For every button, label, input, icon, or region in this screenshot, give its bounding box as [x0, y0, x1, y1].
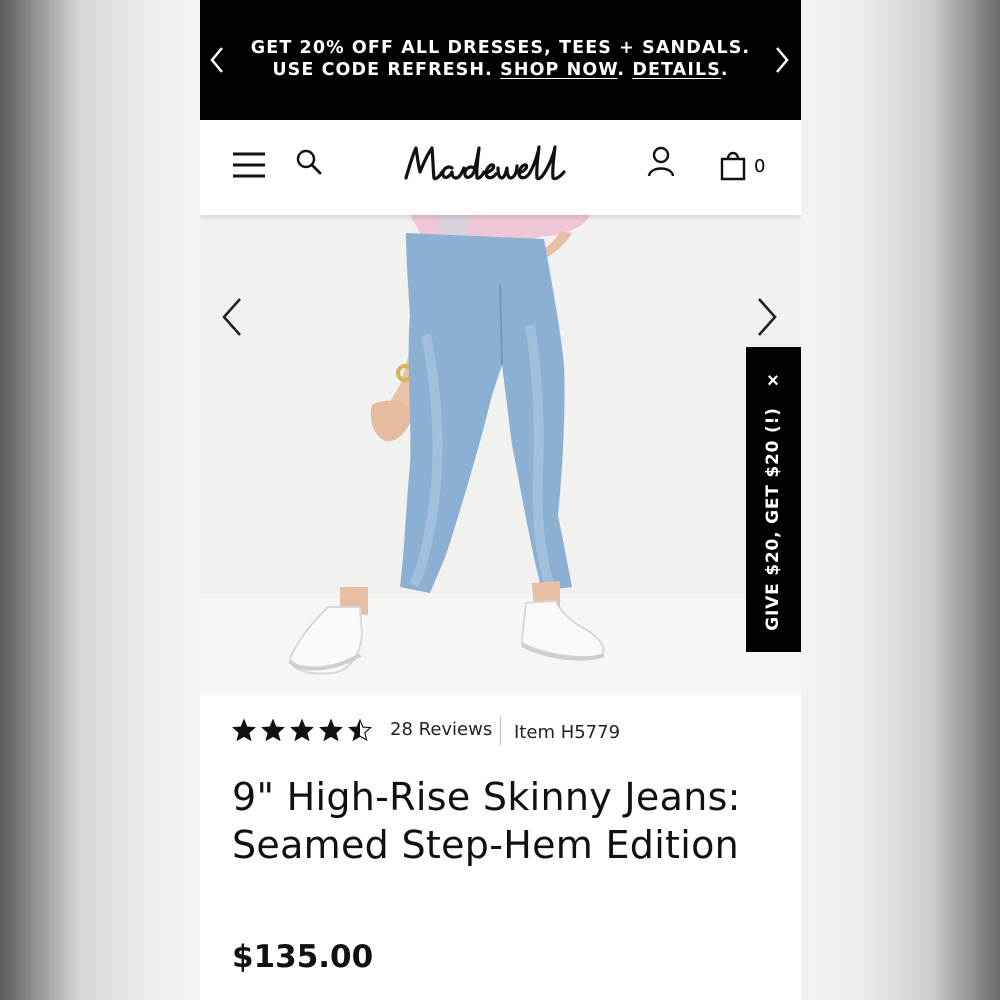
- madewell-logo[interactable]: Madewell: [400, 138, 600, 194]
- account-icon[interactable]: [646, 146, 676, 178]
- item-number: Item H5779: [514, 722, 621, 743]
- promo-prev-arrow-icon[interactable]: [208, 44, 226, 76]
- carousel-next-arrow-icon[interactable]: [753, 295, 781, 339]
- star-icon: [290, 719, 314, 741]
- star-icon: [348, 719, 372, 741]
- details-link[interactable]: DETAILS: [632, 60, 721, 80]
- promo-next-arrow-icon[interactable]: [773, 44, 791, 76]
- hamburger-menu-icon[interactable]: [232, 151, 266, 179]
- brand-text: Madewell: [500, 191, 505, 193]
- search-icon[interactable]: [295, 148, 323, 176]
- product-price: $135.00: [232, 939, 374, 975]
- promo-banner: GET 20% OFF ALL DRESSES, TEES + SANDALS.…: [200, 0, 801, 120]
- star-icon: [232, 719, 256, 741]
- referral-label[interactable]: GIVE $20, GET $20 (!): [763, 407, 783, 630]
- product-title: 9" High-Rise Skinny Jeans: Seamed Step-H…: [232, 775, 741, 867]
- divider: [500, 717, 501, 745]
- carousel-prev-arrow-icon[interactable]: [218, 295, 246, 339]
- reviews-link[interactable]: 28 Reviews: [390, 719, 492, 740]
- shopping-bag-icon[interactable]: [719, 149, 747, 181]
- shop-now-link[interactable]: SHOP NOW: [500, 60, 617, 80]
- site-header: Madewell 0: [200, 120, 801, 215]
- bag-count: 0: [754, 156, 766, 177]
- phone-viewport: GET 20% OFF ALL DRESSES, TEES + SANDALS.…: [200, 0, 801, 1000]
- rating-stars[interactable]: [232, 719, 372, 741]
- product-image-carousel[interactable]: [200, 215, 801, 695]
- product-info: 28 Reviews Item H5779 9" High-Rise Skinn…: [200, 695, 801, 1000]
- referral-tab[interactable]: × GIVE $20, GET $20 (!): [746, 347, 801, 652]
- star-icon: [261, 719, 285, 741]
- product-photo: [288, 215, 605, 675]
- close-icon[interactable]: ×: [761, 369, 785, 393]
- promo-text: GET 20% OFF ALL DRESSES, TEES + SANDALS.…: [250, 38, 751, 80]
- star-icon: [319, 719, 343, 741]
